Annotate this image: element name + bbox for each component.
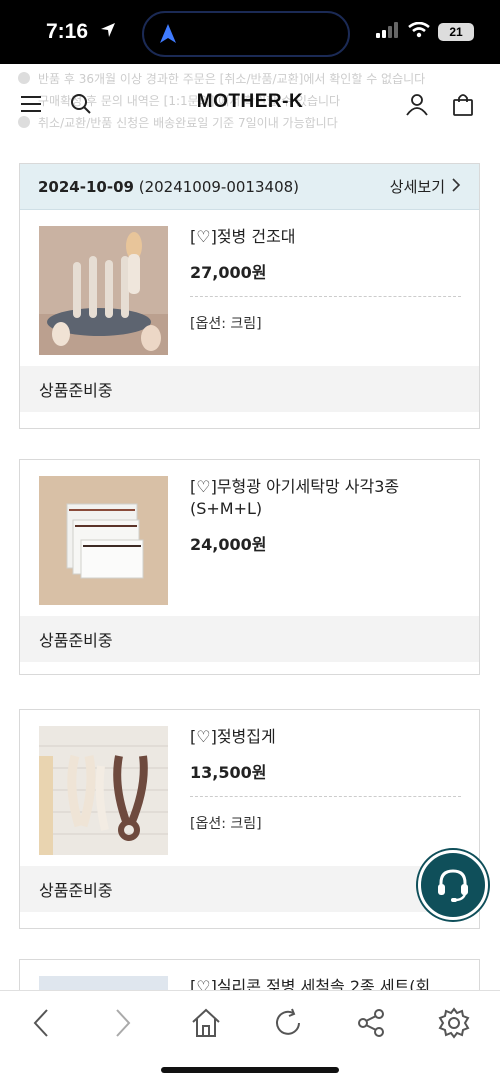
reload-icon[interactable] (270, 1005, 306, 1041)
product-option: [옵션: 크림] (190, 816, 262, 832)
signal-icon (376, 22, 400, 42)
user-icon[interactable] (405, 92, 429, 116)
status-icons: 21 (376, 21, 474, 42)
order-date: 2024-10-09 (38, 177, 134, 196)
product-image-bottle-dryer[interactable] (39, 226, 168, 355)
settings-icon[interactable] (436, 1005, 472, 1041)
order-detail-link[interactable]: 상세보기 (390, 176, 461, 197)
product-image-laundry-net[interactable] (39, 476, 168, 605)
divider (190, 796, 461, 797)
clock-label: 7:16 (46, 20, 89, 43)
order-detail-label: 상세보기 (389, 178, 445, 196)
chevron-right-icon (451, 177, 461, 196)
site-header: 반품 후 36개월 이상 경과한 주문은 [취소/반품/교환]에서 확인할 수 … (0, 64, 500, 144)
battery-indicator: 21 (438, 23, 474, 41)
product-image-bottle-tongs[interactable] (39, 726, 168, 855)
forward-icon[interactable] (105, 1005, 141, 1041)
order-card: 2024-10-09 (20241009-0013408) 상세보기 [♡]젖병… (19, 163, 480, 429)
product-name[interactable]: [♡]무형광 아기세탁망 사각3종 (S+M+L) (190, 476, 465, 520)
location-arrow-icon (100, 20, 116, 44)
product-item[interactable]: [♡]무형광 아기세탁망 사각3종 (S+M+L) 24,000원 (20, 460, 479, 616)
divider (190, 296, 461, 297)
product-price: 27,000원 (190, 263, 267, 282)
share-icon[interactable] (353, 1005, 389, 1041)
status-bar: 7:16 21 (0, 0, 500, 64)
status-time: 7:16 (46, 20, 116, 44)
shipping-status: 상품준비중 (20, 616, 479, 662)
bag-icon[interactable] (451, 92, 475, 116)
back-icon[interactable] (23, 1005, 59, 1041)
order-date-label: 2024-10-09 (20241009-0013408) (38, 178, 299, 196)
order-card: [♡]무형광 아기세탁망 사각3종 (S+M+L) 24,000원 상품준비중 (19, 459, 480, 675)
order-number: (20241009-0013408) (138, 177, 300, 196)
wifi-icon (408, 21, 430, 42)
shipping-status: 상품준비중 (20, 366, 479, 412)
notice-line: 반품 후 36개월 이상 경과한 주문은 [취소/반품/교환]에서 확인할 수 … (18, 68, 488, 90)
product-name[interactable]: [♡]젖병집게 (190, 726, 465, 748)
product-price: 13,500원 (190, 763, 267, 782)
dynamic-island (142, 11, 350, 57)
home-indicator (161, 1067, 339, 1073)
navigation-icon (158, 23, 178, 49)
product-item[interactable]: [♡]젖병 건조대 27,000원 [옵션: 크림] (20, 210, 479, 366)
shipping-status: 상품준비중 (20, 866, 479, 912)
product-option: [옵션: 크림] (190, 316, 262, 332)
home-icon[interactable] (188, 1005, 224, 1041)
headset-icon (434, 866, 472, 908)
product-price: 24,000원 (190, 535, 267, 554)
order-card: [♡]젖병집게 13,500원 [옵션: 크림] 상품준비중 (19, 709, 480, 929)
product-item[interactable]: [♡]젖병집게 13,500원 [옵션: 크림] (20, 710, 479, 866)
product-name[interactable]: [♡]젖병 건조대 (190, 226, 465, 248)
order-header: 2024-10-09 (20241009-0013408) 상세보기 (20, 164, 479, 210)
customer-chat-button[interactable] (418, 850, 488, 920)
